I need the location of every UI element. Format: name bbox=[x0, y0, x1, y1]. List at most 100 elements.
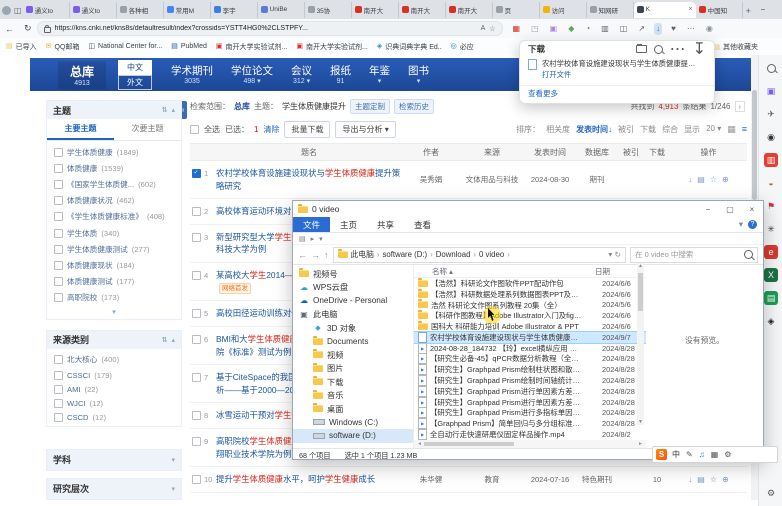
name-column-header[interactable]: 名称 ▴ bbox=[432, 266, 453, 277]
result-source[interactable]: 教育 bbox=[460, 474, 524, 485]
file-row[interactable]: 【浩然】科研论文作图软件PPT配动作包 2024/6/6 bbox=[414, 278, 646, 289]
column-header[interactable]: 题名 bbox=[216, 147, 402, 158]
row-checkbox[interactable] bbox=[192, 309, 201, 318]
nav-tree-item[interactable]: 音乐 bbox=[293, 389, 413, 403]
browser-tab[interactable]: UniBe × bbox=[258, 2, 305, 18]
bookmark-item[interactable]: ▤ 已导入 bbox=[6, 42, 37, 52]
result-author[interactable]: 朱华健 bbox=[402, 474, 460, 485]
batch-download-button[interactable]: 批量下载 bbox=[284, 121, 330, 138]
lang-zh-tab[interactable]: 中文 bbox=[118, 60, 152, 75]
bookmark-item[interactable]: ✉ QQ邮箱 bbox=[46, 42, 80, 52]
browser-tab[interactable]: 通义to × bbox=[23, 2, 70, 18]
column-header[interactable]: 数据库 bbox=[576, 147, 618, 158]
checkbox[interactable] bbox=[54, 196, 63, 205]
source-filter-item[interactable]: 北大核心 (400) bbox=[47, 352, 181, 368]
nav-tab[interactable]: 年鉴 ▾ bbox=[369, 63, 390, 86]
topic-filter-item[interactable]: 体质健康测试 (177) bbox=[47, 274, 181, 290]
maximize-button[interactable]: ▢ bbox=[775, 0, 782, 19]
other-favorites[interactable]: ▤ 其他收藏夹 bbox=[713, 42, 758, 52]
topic-filter-item[interactable]: 《学生体质健康标准》 (408) bbox=[47, 209, 181, 225]
nav-tree-item[interactable]: 3D 对象 bbox=[293, 321, 413, 335]
nav-tab-zongku[interactable]: 总库 4913 bbox=[58, 61, 106, 89]
toolbar-icon[interactable]: ♥ bbox=[669, 23, 678, 35]
html-read-icon[interactable]: ▤ bbox=[697, 175, 705, 184]
checkbox[interactable] bbox=[54, 261, 63, 270]
bookmark-item[interactable]: ◎ 必应 bbox=[451, 42, 474, 52]
nav-tree-item[interactable]: 图片 bbox=[293, 362, 413, 376]
rail-app-icon[interactable]: X bbox=[764, 268, 778, 282]
explorer-titlebar[interactable]: 0 video − ▢ × bbox=[293, 201, 763, 217]
file-row[interactable]: 全自动行走快速研磨仪固定样品操作.mp4 2024/8/2 bbox=[414, 429, 646, 440]
explorer-search-input[interactable]: 在 0 video 中搜索 bbox=[630, 247, 758, 263]
bookmark-item[interactable]: ▣ 南开大学实验试剂... bbox=[296, 42, 367, 52]
menu-tab[interactable]: 共享 bbox=[367, 217, 404, 232]
toolbar-icon[interactable]: ◆ bbox=[566, 23, 576, 35]
file-row[interactable]: 【研究生】Graphpad Prism绘制柱状图和散点图… 2024/8/28 bbox=[414, 364, 646, 375]
browser-tab[interactable]: 知网研 × bbox=[587, 2, 634, 18]
breadcrumb-segment[interactable]: 此电脑 bbox=[351, 249, 374, 260]
refresh-icon[interactable]: ↻ bbox=[614, 250, 621, 259]
back-button[interactable]: ← bbox=[5, 24, 14, 34]
sort-option[interactable]: 发表时间↓ bbox=[576, 124, 612, 135]
chevron-down-icon[interactable]: ▾ bbox=[171, 456, 175, 464]
toolbar-icon[interactable]: ▦ bbox=[511, 23, 523, 35]
menu-tab[interactable]: 查看 bbox=[404, 217, 441, 232]
toolbar-icon[interactable]: ◫ bbox=[618, 23, 630, 35]
page-size-select[interactable]: 20 ▾ bbox=[706, 124, 721, 135]
scrollbar-thumb[interactable] bbox=[752, 90, 757, 200]
source-filter-item[interactable]: WJCI (12) bbox=[47, 396, 181, 410]
list-view-icon[interactable]: ≡ bbox=[742, 124, 747, 135]
column-header[interactable]: 下载 bbox=[644, 147, 670, 158]
browser-tab[interactable]: 南开大 × bbox=[446, 2, 493, 18]
topic-tab[interactable]: 次要主题 bbox=[114, 119, 181, 140]
checkbox[interactable] bbox=[54, 277, 63, 286]
chevron-up-icon[interactable]: ▴ bbox=[171, 336, 175, 344]
toolbar-icon[interactable]: ↓ bbox=[654, 23, 662, 35]
collapsed-section-header[interactable]: 研究层次 ▾ bbox=[46, 478, 182, 500]
toolbar-icon[interactable]: ⋯ bbox=[685, 23, 697, 35]
rail-app-icon[interactable]: ▤ bbox=[764, 291, 778, 305]
topic-filter-item[interactable]: 学生体质健康 (1849) bbox=[47, 144, 181, 160]
toolbar-icon[interactable]: ↗ bbox=[636, 23, 647, 35]
breadcrumb-segment[interactable]: software (D:) bbox=[383, 250, 428, 259]
browser-tab[interactable]: 中国知 × bbox=[696, 2, 743, 18]
source-filter-item[interactable]: AMI (22) bbox=[47, 382, 181, 396]
back-button[interactable]: ← bbox=[298, 250, 307, 260]
topic-filter-item[interactable]: 体质健康现状 (184) bbox=[47, 257, 181, 273]
file-row[interactable]: 【科研作图教程】Adobe Illustrator入门及figur… 2024/… bbox=[414, 310, 646, 321]
checkbox[interactable] bbox=[54, 180, 63, 189]
rail-app-icon[interactable]: ◈ bbox=[764, 314, 778, 328]
rail-app-icon[interactable]: ⚑ bbox=[764, 199, 778, 213]
download-icon[interactable]: ↓ bbox=[688, 475, 692, 484]
up-button[interactable]: ↑ bbox=[324, 250, 329, 260]
scroll-left-arrow[interactable]: ◄ bbox=[417, 441, 422, 447]
row-checkbox[interactable] bbox=[192, 335, 201, 344]
breadcrumb[interactable]: 此电脑›software (D:)›Download›0 video› ▾ ↻ bbox=[333, 247, 627, 263]
result-title-link[interactable]: 农村学校体育设施建设现状与学生体质健康提升策略研究 bbox=[216, 167, 402, 192]
source-section-header[interactable]: 来源类别 ⇅▴ bbox=[47, 331, 181, 349]
sort-icon[interactable]: ⇅ bbox=[162, 336, 168, 344]
browser-tab[interactable]: 常用M × bbox=[164, 2, 211, 18]
checkbox[interactable] bbox=[54, 355, 63, 364]
row-checkbox[interactable] bbox=[192, 411, 201, 420]
ime-icon[interactable]: ♫ bbox=[699, 450, 705, 459]
toolbar-icon[interactable]: ◔ bbox=[583, 23, 592, 35]
expand-more-button[interactable]: ▾ bbox=[47, 307, 181, 319]
open-file-link[interactable]: 打开文件 bbox=[542, 70, 700, 80]
rail-app-icon[interactable]: ◉ bbox=[764, 130, 778, 144]
nav-tree-item[interactable]: 视频 bbox=[293, 348, 413, 362]
row-checkbox[interactable] bbox=[192, 233, 201, 242]
next-page-button[interactable]: › bbox=[735, 101, 746, 112]
nav-tab[interactable]: 会议 312 ▾ bbox=[291, 63, 312, 86]
rail-app-icon[interactable]: ◒ bbox=[764, 176, 778, 190]
file-row[interactable]: 【研究生必备-45】qPCR数据分析教程（全网最… 2024/8/28 bbox=[414, 354, 646, 365]
checkbox[interactable] bbox=[54, 371, 63, 380]
vertical-tabs-icon[interactable]: ◫ bbox=[14, 2, 22, 18]
qat-icon[interactable]: ▸ bbox=[311, 235, 315, 243]
sort-option[interactable]: 下载 bbox=[640, 124, 656, 135]
more-actions-icon[interactable]: ⊕ bbox=[722, 175, 729, 184]
lang-en-tab[interactable]: 外文 bbox=[118, 75, 152, 90]
checkbox[interactable] bbox=[54, 293, 63, 302]
file-row[interactable]: 浩然 科研论文作图系列教程 20集（全） 2024/5/6 bbox=[414, 300, 646, 311]
topic-filter-item[interactable]: 体质健康状况 (462) bbox=[47, 193, 181, 209]
